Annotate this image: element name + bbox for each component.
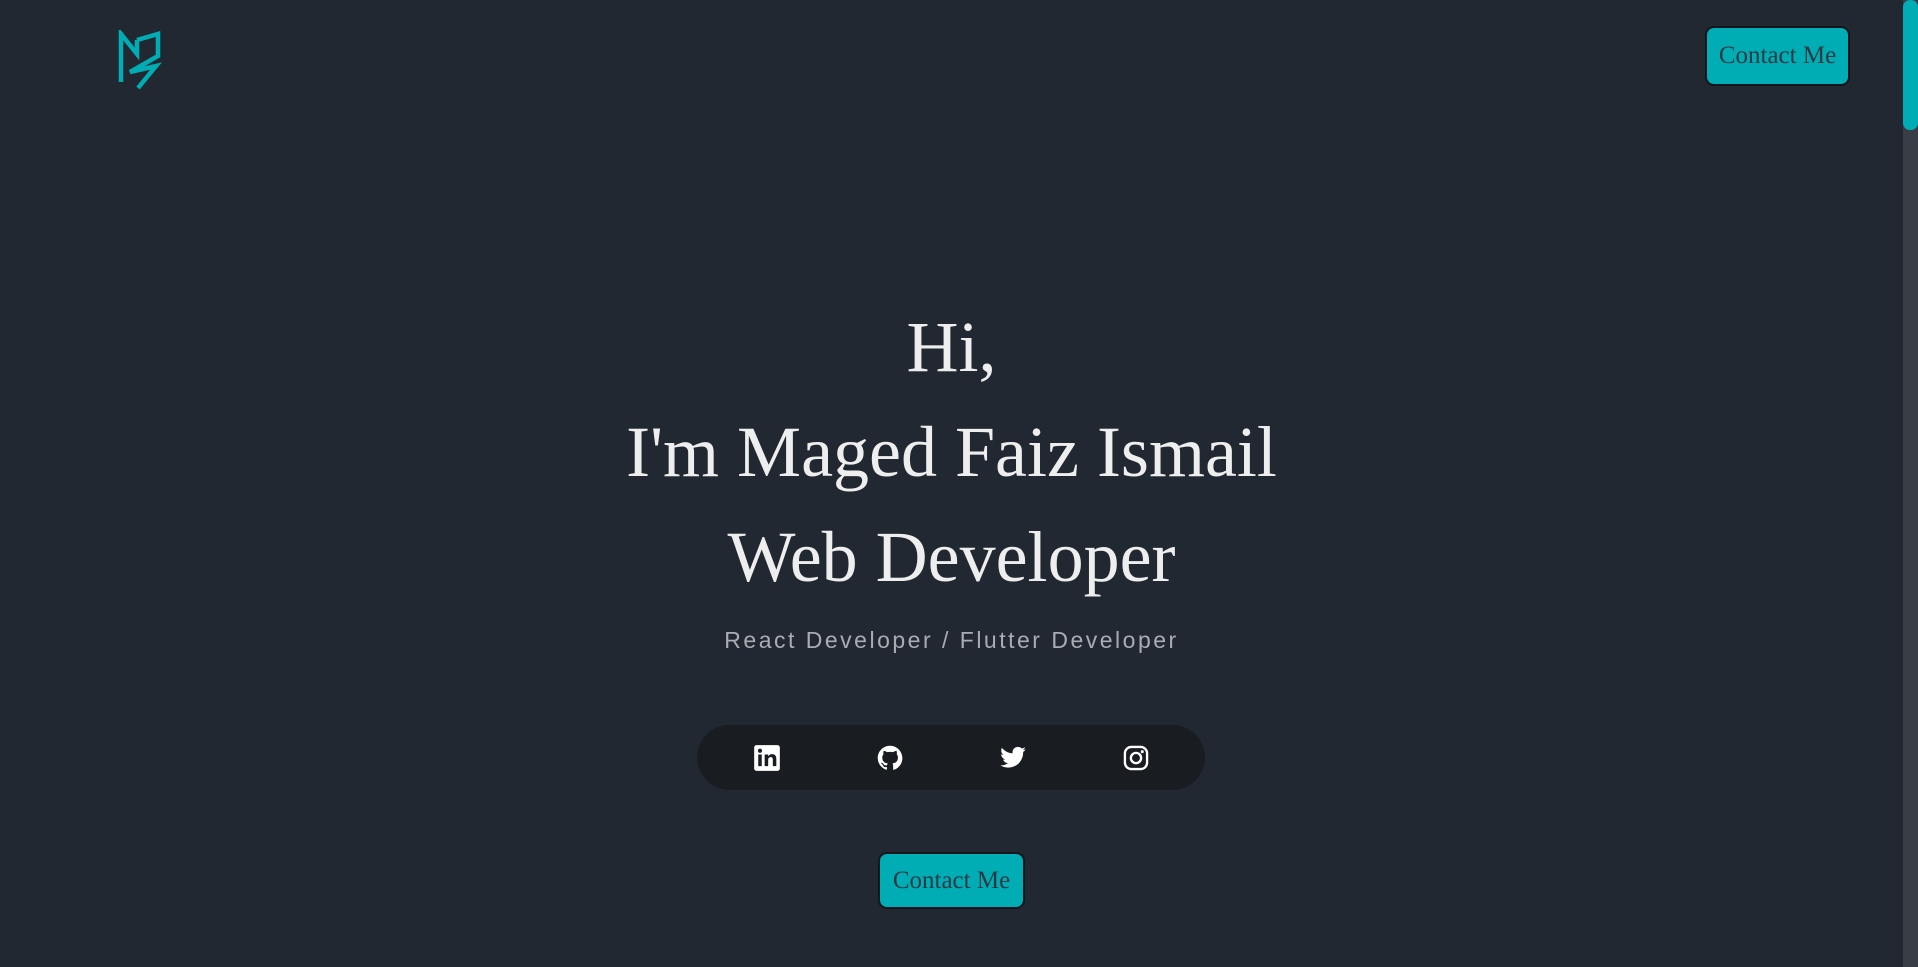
hero-greeting: Hi, <box>906 307 997 387</box>
hero-name: I'm Maged Faiz Ismail <box>626 412 1277 492</box>
github-link[interactable] <box>870 738 910 778</box>
instagram-icon <box>1123 745 1148 770</box>
hero-role: Web Developer <box>727 517 1176 597</box>
hero-tagline: React Developer / Flutter Developer <box>724 627 1179 653</box>
linkedin-icon <box>753 744 780 771</box>
twitter-link[interactable] <box>993 738 1033 778</box>
scrollbar-thumb[interactable] <box>1903 0 1918 130</box>
header-contact-button[interactable]: Contact Me <box>1705 26 1850 86</box>
hero-heading: Hi, I'm Maged Faiz Ismail Web Developer <box>0 295 1903 610</box>
hero-contact-button[interactable]: Contact Me <box>878 852 1025 909</box>
instagram-link[interactable] <box>1116 738 1156 778</box>
github-icon <box>877 745 902 770</box>
page: Contact Me Hi, I'm Maged Faiz Ismail Web… <box>0 0 1918 967</box>
logo-icon[interactable] <box>118 30 164 92</box>
linkedin-link[interactable] <box>747 738 787 778</box>
twitter-icon <box>999 746 1026 768</box>
social-links-bar <box>697 725 1205 790</box>
page-scrollbar[interactable] <box>1903 0 1918 967</box>
